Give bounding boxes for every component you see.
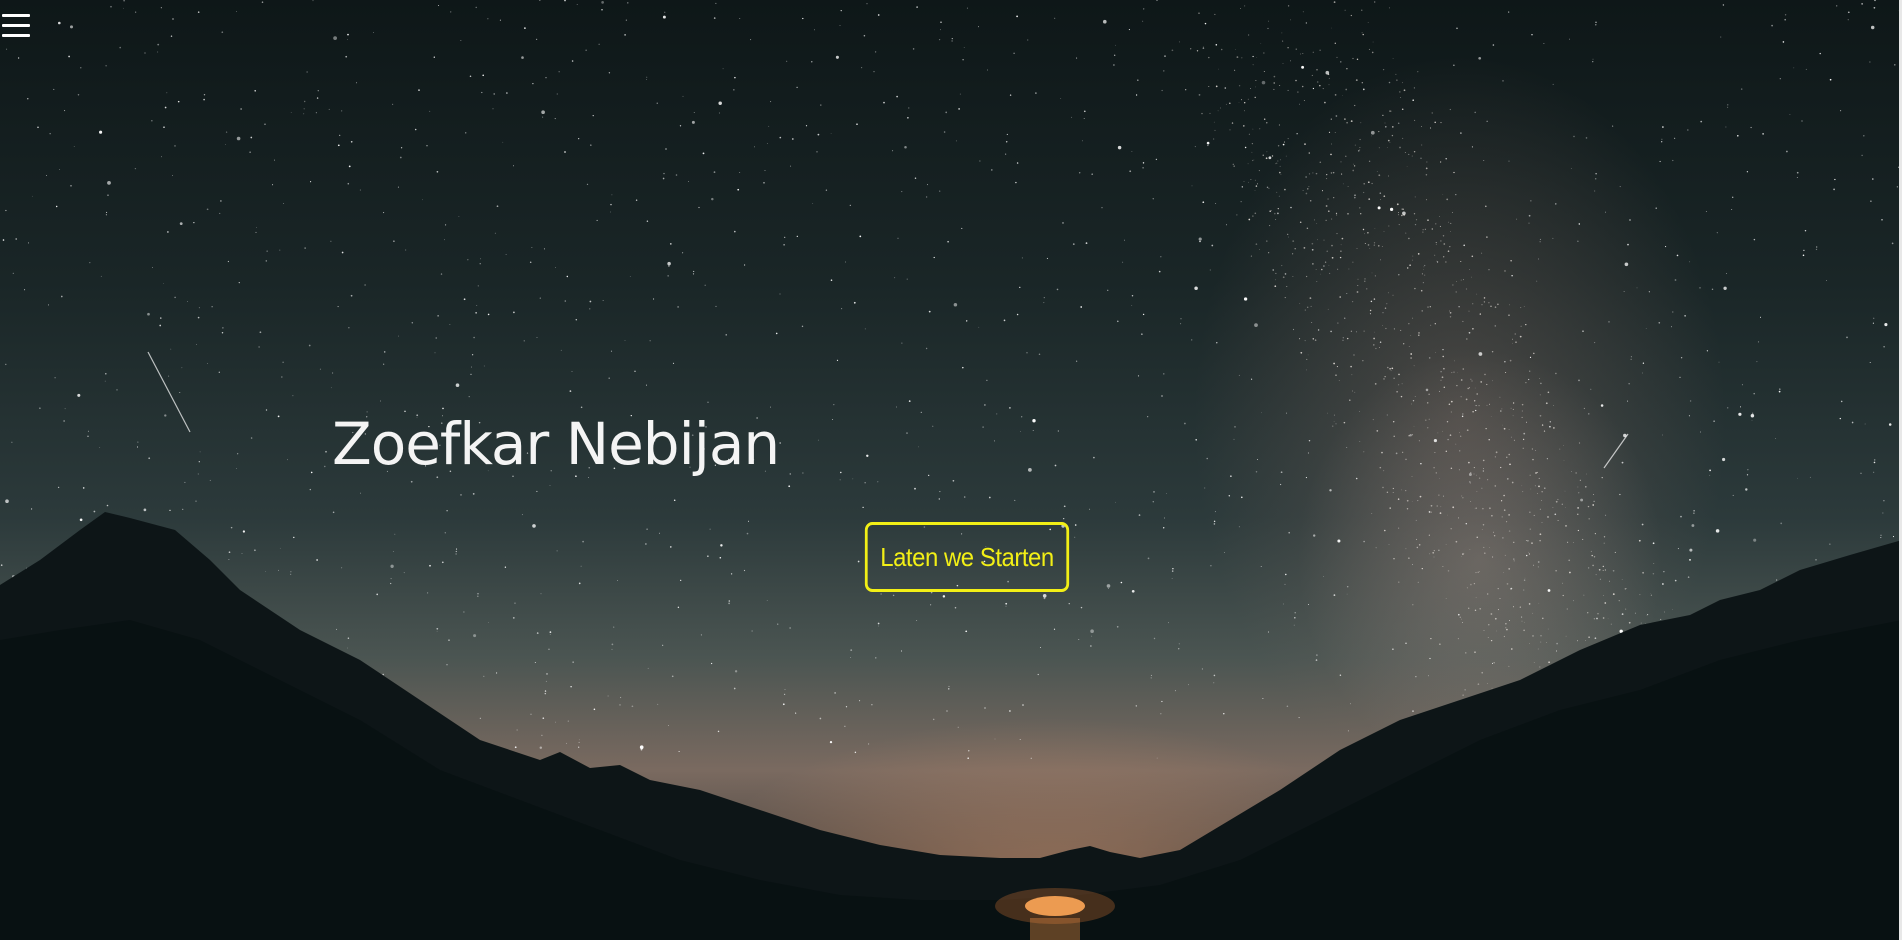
hamburger-menu-icon[interactable] (0, 8, 32, 42)
mountain-silhouette (0, 512, 1902, 940)
start-button[interactable]: Laten we Starten (864, 522, 1070, 592)
menu-bar (2, 14, 30, 17)
menu-bar (2, 34, 30, 37)
menu-bar (2, 24, 30, 27)
hero-section: Zoefkar Nebijan Laten we Starten (0, 0, 1902, 940)
hero-title: Zoefkar Nebijan (332, 410, 780, 478)
